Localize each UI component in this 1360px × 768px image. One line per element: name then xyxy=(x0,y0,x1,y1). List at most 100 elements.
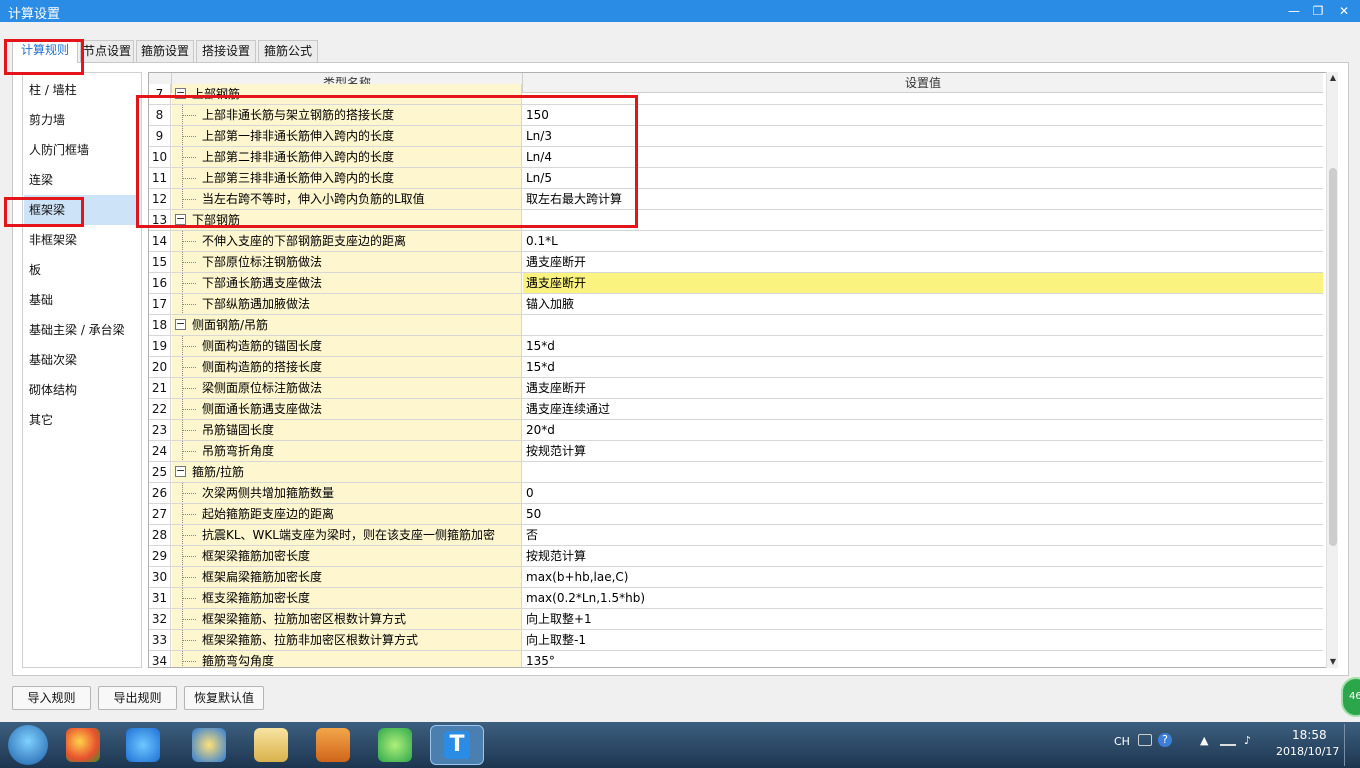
setting-value-cell[interactable]: 否 xyxy=(523,525,1323,545)
help-icon[interactable]: ? xyxy=(1158,733,1172,747)
grid-row[interactable]: 19 侧面构造筋的锚固长度 15*d xyxy=(149,336,1323,357)
input-language[interactable]: CH xyxy=(1114,735,1130,748)
list-item-civil-defense-frame-wall[interactable]: 人防门框墙 xyxy=(24,135,136,165)
file-explorer-icon[interactable] xyxy=(254,728,288,762)
export-rules-button[interactable]: 导出规则 xyxy=(98,686,177,710)
grid-scrollbar[interactable]: ▲ ▼ xyxy=(1326,72,1338,668)
setting-value-cell[interactable]: 15*d xyxy=(523,336,1323,356)
gtj-app-icon[interactable]: T xyxy=(430,725,484,765)
grid-row[interactable]: 16 下部通长筋遇支座做法 遇支座断开 xyxy=(149,273,1323,294)
setting-value-cell[interactable]: 15*d xyxy=(523,357,1323,377)
clock-date[interactable]: 2018/10/17 xyxy=(1276,745,1339,758)
floating-badge[interactable]: 46 xyxy=(1341,677,1360,717)
minimize-icon[interactable]: — xyxy=(1284,2,1304,20)
setting-value-cell[interactable]: Ln/3 xyxy=(523,126,1323,146)
green-browser-icon[interactable] xyxy=(378,728,412,762)
grid-row[interactable]: 26 次梁两侧共增加箍筋数量 0 xyxy=(149,483,1323,504)
list-item-slab[interactable]: 板 xyxy=(24,255,136,285)
ie-edge-icon[interactable] xyxy=(192,728,226,762)
setting-value-cell[interactable]: 锚入加腋 xyxy=(523,294,1323,314)
setting-value-cell[interactable]: 取左右最大跨计算 xyxy=(523,189,1323,209)
close-icon[interactable]: ✕ xyxy=(1334,2,1354,20)
import-rules-button[interactable]: 导入规则 xyxy=(12,686,91,710)
tray-expand-icon[interactable]: ▲ xyxy=(1200,734,1208,747)
setting-value-cell[interactable]: 0 xyxy=(523,483,1323,503)
setting-value-cell[interactable]: 20*d xyxy=(523,420,1323,440)
setting-value-cell[interactable]: 向上取整+1 xyxy=(523,609,1323,629)
type-name-cell[interactable]: 不伸入支座的下部钢筋距支座边的距离 xyxy=(172,231,522,251)
network-signal-icon[interactable] xyxy=(1220,734,1236,746)
grid-row[interactable]: 20 侧面构造筋的搭接长度 15*d xyxy=(149,357,1323,378)
setting-value-cell[interactable]: 向上取整-1 xyxy=(523,630,1323,650)
group-name-cell[interactable]: − 侧面钢筋/吊筋 xyxy=(172,315,522,335)
list-item-non-frame-beam[interactable]: 非框架梁 xyxy=(24,225,136,255)
list-item-foundation-secondary-beam[interactable]: 基础次梁 xyxy=(24,345,136,375)
collapse-minus-icon[interactable]: − xyxy=(175,318,186,330)
start-icon[interactable] xyxy=(8,725,48,765)
app-360-icon[interactable] xyxy=(66,728,100,762)
setting-value-cell[interactable]: 150 xyxy=(523,105,1323,125)
type-name-cell[interactable]: 抗震KL、WKL端支座为梁时，则在该支座一侧箍筋加密 xyxy=(172,525,522,545)
grid-row[interactable]: 23 吊筋锚固长度 20*d xyxy=(149,420,1323,441)
scroll-thumb[interactable] xyxy=(1329,168,1337,546)
restore-defaults-button[interactable]: 恢复默认值 xyxy=(184,686,264,710)
grid-group-row[interactable]: 25− 箍筋/拉筋 xyxy=(149,462,1323,483)
grid-row[interactable]: 33 框架梁箍筋、拉筋非加密区根数计算方式 向上取整-1 xyxy=(149,630,1323,651)
type-name-cell[interactable]: 框架梁箍筋、拉筋加密区根数计算方式 xyxy=(172,609,522,629)
volume-icon[interactable]: ♪ xyxy=(1244,734,1251,747)
type-name-cell[interactable]: 次梁两侧共增加箍筋数量 xyxy=(172,483,522,503)
tab-stirrup-settings[interactable]: 箍筋设置 xyxy=(136,40,194,62)
setting-value-cell[interactable]: 遇支座断开 xyxy=(523,378,1323,398)
scroll-down-icon[interactable]: ▼ xyxy=(1327,656,1339,668)
list-item-foundation[interactable]: 基础 xyxy=(24,285,136,315)
type-name-cell[interactable]: 框架梁箍筋、拉筋非加密区根数计算方式 xyxy=(172,630,522,650)
grid-row[interactable]: 27 起始箍筋距支座边的距离 50 xyxy=(149,504,1323,525)
setting-value-cell[interactable] xyxy=(523,315,1323,335)
group-name-cell[interactable]: − 箍筋/拉筋 xyxy=(172,462,522,482)
setting-value-cell[interactable]: 按规范计算 xyxy=(523,546,1323,566)
grid-group-row[interactable]: 18− 侧面钢筋/吊筋 xyxy=(149,315,1323,336)
grid-row[interactable]: 21 梁侧面原位标注筋做法 遇支座断开 xyxy=(149,378,1323,399)
show-desktop-button[interactable] xyxy=(1344,724,1358,766)
list-item-column[interactable]: 柱 / 墙柱 xyxy=(24,75,136,105)
list-item-shear-wall[interactable]: 剪力墙 xyxy=(24,105,136,135)
setting-value-cell[interactable]: 遇支座连续通过 xyxy=(523,399,1323,419)
scroll-up-icon[interactable]: ▲ xyxy=(1327,72,1339,84)
setting-value-cell[interactable]: 遇支座断开 xyxy=(523,252,1323,272)
list-item-other[interactable]: 其它 xyxy=(24,405,136,435)
grid-row[interactable]: 34 箍筋弯勾角度 135° xyxy=(149,651,1323,667)
keyboard-icon[interactable] xyxy=(1138,734,1152,746)
grid-row[interactable]: 32 框架梁箍筋、拉筋加密区根数计算方式 向上取整+1 xyxy=(149,609,1323,630)
grid-row[interactable]: 17 下部纵筋遇加腋做法 锚入加腋 xyxy=(149,294,1323,315)
tab-lap-settings[interactable]: 搭接设置 xyxy=(196,40,256,62)
type-name-cell[interactable]: 梁侧面原位标注筋做法 xyxy=(172,378,522,398)
grid-row[interactable]: 24 吊筋弯折角度 按规范计算 xyxy=(149,441,1323,462)
setting-value-cell[interactable]: 遇支座断开 xyxy=(523,273,1323,293)
restore-icon[interactable]: ❐ xyxy=(1308,2,1328,20)
setting-value-cell[interactable]: 50 xyxy=(523,504,1323,524)
setting-value-cell[interactable]: 135° xyxy=(523,651,1323,667)
media-player-icon[interactable] xyxy=(316,728,350,762)
grid-row[interactable]: 22 侧面通长筋遇支座做法 遇支座连续通过 xyxy=(149,399,1323,420)
type-name-cell[interactable]: 框架梁箍筋加密长度 xyxy=(172,546,522,566)
type-name-cell[interactable]: 下部纵筋遇加腋做法 xyxy=(172,294,522,314)
setting-value-cell[interactable]: 按规范计算 xyxy=(523,441,1323,461)
list-item-masonry[interactable]: 砌体结构 xyxy=(24,375,136,405)
collapse-minus-icon[interactable]: − xyxy=(175,465,186,477)
setting-value-cell[interactable]: 0.1*L xyxy=(523,231,1323,251)
grid-row[interactable]: 31 框支梁箍筋加密长度 max(0.2*Ln,1.5*hb) xyxy=(149,588,1323,609)
type-name-cell[interactable]: 吊筋弯折角度 xyxy=(172,441,522,461)
type-name-cell[interactable]: 吊筋锚固长度 xyxy=(172,420,522,440)
type-name-cell[interactable]: 侧面构造筋的锚固长度 xyxy=(172,336,522,356)
tab-node-settings[interactable]: 节点设置 xyxy=(80,40,134,62)
setting-value-cell[interactable] xyxy=(523,210,1323,230)
type-name-cell[interactable]: 下部通长筋遇支座做法 xyxy=(172,273,522,293)
type-name-cell[interactable]: 箍筋弯勾角度 xyxy=(172,651,522,667)
type-name-cell[interactable]: 侧面通长筋遇支座做法 xyxy=(172,399,522,419)
setting-value-cell[interactable]: Ln/4 xyxy=(523,147,1323,167)
type-name-cell[interactable]: 框支梁箍筋加密长度 xyxy=(172,588,522,608)
type-name-cell[interactable]: 起始箍筋距支座边的距离 xyxy=(172,504,522,524)
grid-row[interactable]: 15 下部原位标注钢筋做法 遇支座断开 xyxy=(149,252,1323,273)
grid-row[interactable]: 28 抗震KL、WKL端支座为梁时，则在该支座一侧箍筋加密 否 xyxy=(149,525,1323,546)
tab-stirrup-formula[interactable]: 箍筋公式 xyxy=(258,40,318,62)
